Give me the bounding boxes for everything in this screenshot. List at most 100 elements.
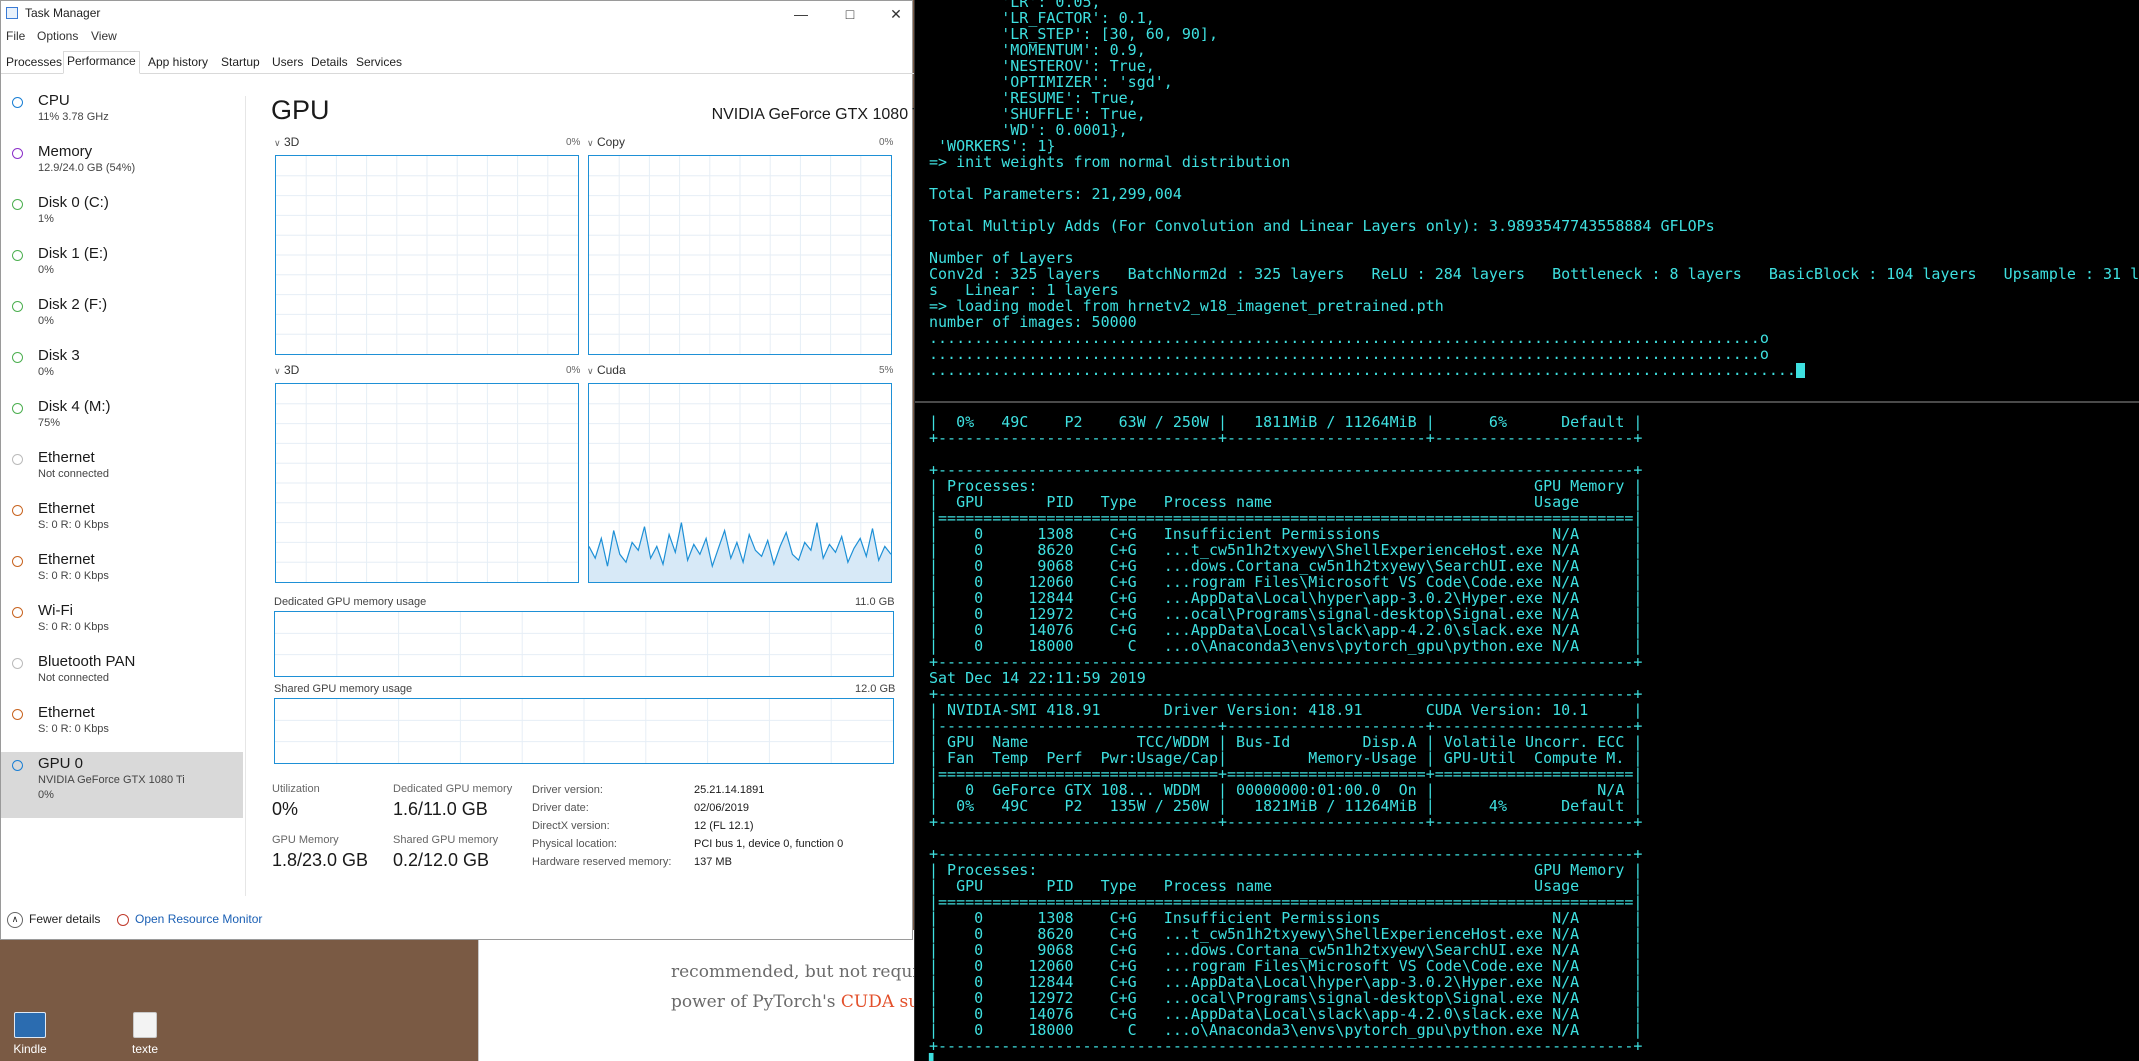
utilization-value: 0% <box>272 799 299 819</box>
terminal-line: | Processes: GPU Memory | <box>929 861 1643 879</box>
engine-label-3d[interactable]: ∨ 3D <box>274 135 299 149</box>
info-value: 12 (FL 12.1) <box>694 820 754 832</box>
graph-grid <box>276 384 578 582</box>
sidebar-item-label: Memory <box>38 143 93 160</box>
tab-details[interactable]: Details <box>308 53 351 72</box>
sidebar-item-gpu-0[interactable]: GPU 0 NVIDIA GeForce GTX 1080 Ti 0% <box>1 752 243 818</box>
terminal-line: | 0 18000 C ...o\Anaconda3\envs\pytorch_… <box>929 637 1643 655</box>
chevron-up-icon: ∧ <box>7 912 23 928</box>
sidebar-item-disk-1-e[interactable]: Disk 1 (E:) 0% <box>1 242 243 293</box>
shared-memory-max: 12.0 GB <box>855 683 896 695</box>
open-resource-monitor-link[interactable]: Open Resource Monitor <box>117 912 262 926</box>
sidebar-item-bluetooth-pan[interactable]: Bluetooth PAN Not connected <box>1 650 243 701</box>
terminal-line: 'SHUFFLE': True, <box>929 105 1146 123</box>
title-bar[interactable]: Task Manager — □ ✕ <box>1 1 912 27</box>
menu-file[interactable]: File <box>6 29 25 43</box>
terminal-line: | 0 12844 C+G ...AppData\Local\hyper\app… <box>929 589 1643 607</box>
sidebar-item-detail: S: 0 R: 0 Kbps <box>38 723 109 735</box>
engine-name: 3D <box>283 135 300 149</box>
desktop-icon-kindle[interactable]: Kindle <box>0 1012 60 1056</box>
sidebar-item-detail: S: 0 R: 0 Kbps <box>38 621 109 633</box>
engine-percent: 0% <box>566 365 581 376</box>
terminal-line: | 0 14076 C+G ...AppData\Local\slack\app… <box>929 1005 1643 1023</box>
terminal-line: |-------------------------------+-------… <box>929 717 1643 735</box>
info-key: Driver version: <box>532 784 603 796</box>
engine-label-3d-2[interactable]: ∨ 3D <box>274 363 299 377</box>
graph-grid <box>275 699 893 763</box>
sidebar-item-label: GPU 0 <box>38 755 84 772</box>
sidebar-item-label: CPU <box>38 92 70 109</box>
info-key: Hardware reserved memory: <box>532 856 672 868</box>
engine-label-cuda[interactable]: ∨ Cuda <box>587 363 626 377</box>
chevron-down-icon: ∨ <box>587 366 594 376</box>
terminal-line: 'RESUME': True, <box>929 89 1137 107</box>
sidebar-item-detail: 0% <box>38 264 54 276</box>
terminal-line: Number of Layers <box>929 249 1074 267</box>
dedicated-memory-stat-value: 1.6/11.0 GB <box>393 799 488 819</box>
resource-sidebar: CPU 11% 3.78 GHz Memory 12.9/24.0 GB (54%) D… <box>1 89 243 818</box>
terminal-line: 'OPTIMIZER': 'sgd', <box>929 73 1173 91</box>
engine-graph-3d <box>275 155 579 355</box>
sidebar-item-ethernet[interactable]: Ethernet S: 0 R: 0 Kbps <box>1 701 243 752</box>
status-circle-icon <box>12 352 23 363</box>
terminal-line: ........................................… <box>929 329 1769 347</box>
desktop-icon-texte[interactable]: texte <box>115 1012 175 1056</box>
terminal-line: | 0 18000 C ...o\Anaconda3\envs\pytorch_… <box>929 1021 1643 1039</box>
terminal-line: 'WD': 0.0001}, <box>929 121 1128 139</box>
terminal-cursor <box>1795 363 1805 378</box>
sidebar-item-detail: 0% <box>38 315 54 327</box>
sidebar-item-disk-2-f[interactable]: Disk 2 (F:) 0% <box>1 293 243 344</box>
minimize-button[interactable]: — <box>779 1 823 27</box>
sidebar-item-detail: 0% <box>38 366 54 378</box>
menu-view[interactable]: View <box>91 29 117 43</box>
fewer-details-button[interactable]: ∧ Fewer details <box>7 912 100 928</box>
terminal-line: => loading model from hrnetv2_w18_imagen… <box>929 297 1444 315</box>
terminal-line: Total Multiply Adds (For Convolution and… <box>929 217 1715 235</box>
page-title: GPU <box>271 95 330 125</box>
terminal-window[interactable]: 'LR': 0.05, 'LR_FACTOR': 0.1, 'LR_STEP':… <box>914 0 2139 1061</box>
menu-options[interactable]: Options <box>37 29 78 43</box>
terminal-line: | 0 12844 C+G ...AppData\Local\hyper\app… <box>929 973 1643 991</box>
engine-name: Cuda <box>596 363 626 377</box>
tab-users[interactable]: Users <box>269 53 306 72</box>
tab-performance[interactable]: Performance <box>63 51 140 74</box>
terminal-line: 'LR_FACTOR': 0.1, <box>929 9 1155 27</box>
pane-divider[interactable] <box>915 401 2139 403</box>
background-browser-window[interactable]: recommended, but not required, t power o… <box>478 930 966 1061</box>
sidebar-item-wi-fi[interactable]: Wi-Fi S: 0 R: 0 Kbps <box>1 599 243 650</box>
sidebar-item-ethernet[interactable]: Ethernet S: 0 R: 0 Kbps <box>1 548 243 599</box>
tab-app-history[interactable]: App history <box>145 53 211 72</box>
tab-processes[interactable]: Processes <box>3 53 65 72</box>
terminal-line: | GPU PID Type Process name Usage | <box>929 877 1643 895</box>
sidebar-item-detail: S: 0 R: 0 Kbps <box>38 570 109 582</box>
sidebar-item-disk-4-m[interactable]: Disk 4 (M:) 75% <box>1 395 243 446</box>
status-circle-icon <box>12 607 23 618</box>
sidebar-item-ethernet[interactable]: Ethernet Not connected <box>1 446 243 497</box>
status-circle-icon <box>12 250 23 261</box>
tab-startup[interactable]: Startup <box>218 53 263 72</box>
close-button[interactable]: ✕ <box>874 1 918 27</box>
engine-graph-copy <box>588 155 892 355</box>
status-circle-icon <box>12 199 23 210</box>
terminal-line: 'WORKERS': 1} <box>929 137 1056 155</box>
sidebar-item-disk-3[interactable]: Disk 3 0% <box>1 344 243 395</box>
terminal-line: | Fan Temp Perf Pwr:Usage/Cap| Memory-Us… <box>929 749 1643 767</box>
sidebar-item-memory[interactable]: Memory 12.9/24.0 GB (54%) <box>1 140 243 191</box>
terminal-line: => init weights from normal distribution <box>929 153 1291 171</box>
tab-bar: Processes Performance App history Startu… <box>1 51 914 74</box>
shared-memory-graph <box>274 698 894 764</box>
sidebar-item-label: Disk 1 (E:) <box>38 245 109 262</box>
kindle-icon <box>14 1012 46 1038</box>
engine-label-copy[interactable]: ∨ Copy <box>587 135 625 149</box>
sidebar-item-cpu[interactable]: CPU 11% 3.78 GHz <box>1 89 243 140</box>
sidebar-item-disk-0-c[interactable]: Disk 0 (C:) 1% <box>1 191 243 242</box>
terminal-line: |=======================================… <box>929 509 1643 527</box>
sidebar-item-label: Ethernet <box>38 704 95 721</box>
sidebar-item-ethernet[interactable]: Ethernet S: 0 R: 0 Kbps <box>1 497 243 548</box>
sidebar-item-usage: 0% <box>38 789 54 801</box>
footer-bar: ∧ Fewer details Open Resource Monitor <box>1 906 912 940</box>
shared-memory-label: Shared GPU memory usage <box>274 683 413 695</box>
tab-services[interactable]: Services <box>353 53 405 72</box>
maximize-button[interactable]: □ <box>828 1 872 27</box>
engine-percent: 5% <box>879 365 894 376</box>
